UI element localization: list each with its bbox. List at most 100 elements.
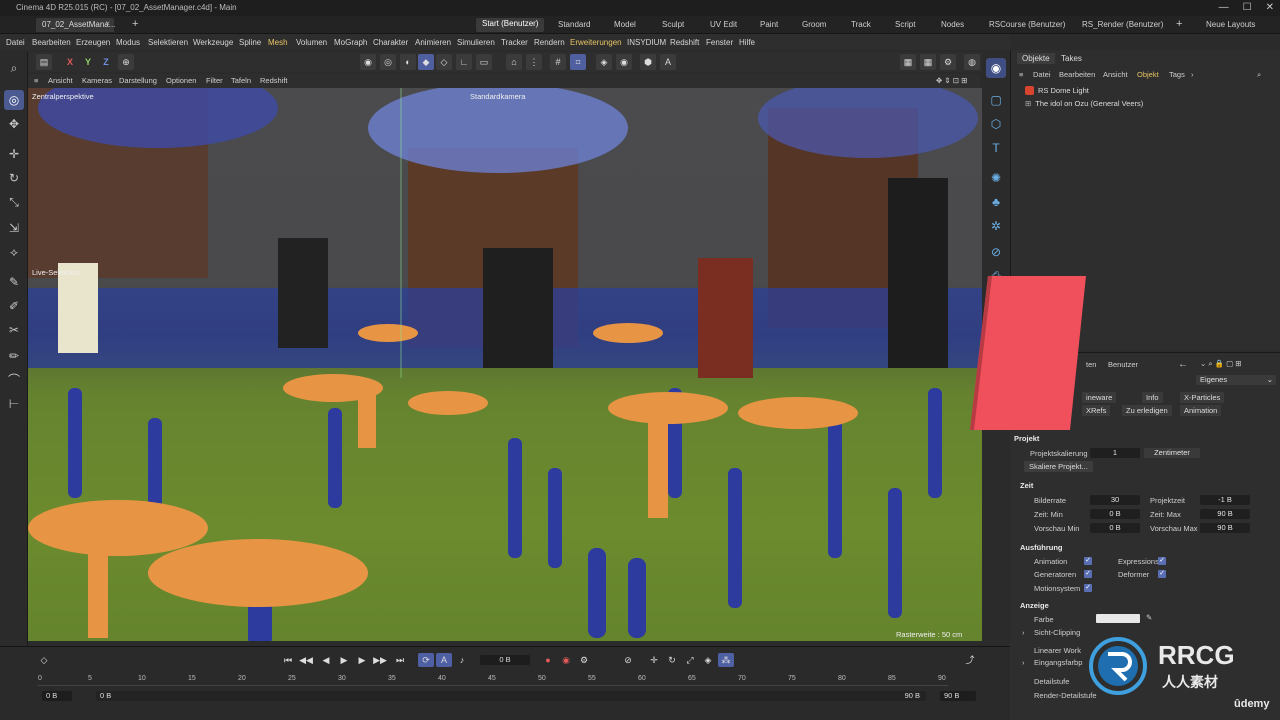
menu-spline[interactable]: Spline <box>239 38 261 47</box>
timeline-editor-icon[interactable]: ⤴ <box>962 653 978 667</box>
paint-icon[interactable]: ✏ <box>4 346 24 366</box>
solo-icon[interactable]: ◉ <box>616 54 632 70</box>
layout-tab-nodes[interactable]: Nodes <box>941 20 964 29</box>
live-selection-icon[interactable]: ◎ <box>4 90 24 110</box>
point-mode-icon[interactable]: ◎ <box>380 54 396 70</box>
menu-insydium[interactable]: INSYDIUM <box>627 38 666 47</box>
menu-simulieren[interactable]: Simulieren <box>457 38 495 47</box>
sculpt-brush-icon[interactable]: ⌒ <box>4 370 24 390</box>
viewport-menu-redshift[interactable]: Redshift <box>260 76 288 85</box>
model-mode-icon[interactable]: ◉ <box>360 54 376 70</box>
preview-min-field[interactable]: 0 B <box>1090 523 1140 533</box>
menu-modus[interactable]: Modus <box>116 38 140 47</box>
uv-mode-icon[interactable]: ◇ <box>436 54 452 70</box>
preview-max-field[interactable]: 90 B <box>1200 523 1250 533</box>
null-object-icon[interactable]: ▢ <box>986 90 1006 110</box>
edge-mode-icon[interactable]: ◐ <box>400 54 416 70</box>
polygon-mode-icon[interactable]: ◆ <box>418 54 434 70</box>
layout-tab-start[interactable]: Start (Benutzer) <box>476 18 545 32</box>
menu-volumen[interactable]: Volumen <box>296 38 327 47</box>
brush-icon[interactable]: ✐ <box>4 296 24 316</box>
animation-checkbox[interactable]: ✓ <box>1084 557 1092 565</box>
live-select-icon[interactable]: ◉ <box>986 58 1006 78</box>
layout-tab-rs-render[interactable]: RS_Render (Benutzer) <box>1082 20 1163 29</box>
chevron-right-icon[interactable]: › <box>1022 628 1025 637</box>
layout-tab-track[interactable]: Track <box>851 20 871 29</box>
menu-rendern[interactable]: Rendern <box>534 38 565 47</box>
tab-x-particles[interactable]: X-Particles <box>1180 392 1225 403</box>
search-icon[interactable]: ⌕ <box>1257 70 1261 80</box>
layout-tab-model[interactable]: Model <box>614 20 636 29</box>
menu-werkzeuge[interactable]: Werkzeuge <box>193 38 233 47</box>
menu-fenster[interactable]: Fenster <box>706 38 733 47</box>
rotate-icon[interactable]: ↻ <box>4 168 24 188</box>
layout-tab-paint[interactable]: Paint <box>760 20 778 29</box>
layout-tab-script[interactable]: Script <box>895 20 915 29</box>
maximize-icon[interactable]: ☐ <box>1243 2 1252 13</box>
menu-bearbeiten[interactable]: Bearbeiten <box>32 38 71 47</box>
max-time-field[interactable]: 90 B <box>1200 509 1250 519</box>
grid-icon[interactable]: # <box>550 54 566 70</box>
scale-icon[interactable]: ⤡ <box>4 192 24 212</box>
measure-icon[interactable]: ⊢ <box>4 394 24 414</box>
tweak-icon[interactable]: ⟡ <box>4 242 24 262</box>
chevron-right-icon[interactable]: › <box>1022 658 1025 667</box>
snap-settings-icon[interactable]: ⋮ <box>526 54 542 70</box>
render-to-picture-viewer-icon[interactable]: ▦ <box>920 54 936 70</box>
minimize-icon[interactable]: — <box>1219 2 1229 13</box>
scale-project-button[interactable]: Skaliere Projekt... <box>1024 461 1093 472</box>
menu-mograph[interactable]: MoGraph <box>334 38 367 47</box>
project-scale-field[interactable]: 1 <box>1090 448 1140 458</box>
back-arrow-icon[interactable]: ← <box>1178 359 1188 370</box>
menu-redshift[interactable]: Redshift <box>670 38 699 47</box>
new-tab-icon[interactable]: + <box>132 18 138 30</box>
tab-objekte[interactable]: Objekte <box>1017 53 1055 64</box>
objects-menu-tags[interactable]: Tags <box>1169 70 1185 79</box>
viewport-menu-ansicht[interactable]: Ansicht <box>48 76 73 85</box>
deformer-icon[interactable]: ✲ <box>986 216 1006 236</box>
workplane-icon[interactable]: ▭ <box>476 54 492 70</box>
chevron-right-icon[interactable]: › <box>1191 70 1194 79</box>
document-tab[interactable]: 07_02_AssetMana... × <box>36 18 115 32</box>
tab-zu-erledigen[interactable]: Zu erledigen <box>1122 405 1172 416</box>
object-row-dome-light[interactable]: RS Dome Light <box>1025 84 1089 96</box>
objects-menu-objekt[interactable]: Objekt <box>1137 70 1159 79</box>
field-icon[interactable]: ⊘ <box>986 242 1006 262</box>
objects-menu-icon[interactable]: ≡ <box>1019 70 1023 79</box>
transform-icon[interactable]: ⇲ <box>4 218 24 238</box>
motion-system-checkbox[interactable]: ✓ <box>1084 584 1092 592</box>
menu-animieren[interactable]: Animieren <box>415 38 451 47</box>
section-ausfuehrung[interactable]: Ausführung <box>1020 543 1063 552</box>
deformers-checkbox[interactable]: ✓ <box>1158 570 1166 578</box>
menu-selektieren[interactable]: Selektieren <box>148 38 188 47</box>
knife-icon[interactable]: ✂ <box>4 320 24 340</box>
attributes-header-user[interactable]: Benutzer <box>1108 360 1138 369</box>
close-icon[interactable]: ✕ <box>1266 2 1274 13</box>
render-settings-icon[interactable]: ⚙ <box>940 54 956 70</box>
y-axis-button[interactable]: Y <box>80 54 96 70</box>
axis-mode-icon[interactable]: ∟ <box>456 54 472 70</box>
tab-takes[interactable]: Takes <box>1061 54 1082 63</box>
menu-datei[interactable]: Datei <box>6 38 25 47</box>
quantize-icon[interactable]: ◈ <box>596 54 612 70</box>
objects-menu-ansicht[interactable]: Ansicht <box>1103 70 1128 79</box>
generator-icon[interactable]: ♣ <box>986 192 1006 212</box>
sculpt-icon[interactable]: A <box>660 54 676 70</box>
layout-tab-sculpt[interactable]: Sculpt <box>662 20 684 29</box>
new-layouts-button[interactable]: Neue Layouts <box>1206 20 1255 29</box>
menu-charakter[interactable]: Charakter <box>373 38 408 47</box>
menu-erzeugen[interactable]: Erzeugen <box>76 38 110 47</box>
start-frame-field[interactable]: 0 B <box>42 691 72 701</box>
viewport-menu-icon[interactable]: ≡ <box>34 76 38 85</box>
eyedropper-icon[interactable]: ✎ <box>1146 613 1152 622</box>
viewport-menu-tafeln[interactable]: Tafeln <box>231 76 251 85</box>
project-time-field[interactable]: -1 B <box>1200 495 1250 505</box>
tab-xrefs[interactable]: XRefs <box>1082 405 1111 416</box>
tab-animation[interactable]: Animation <box>1180 405 1222 416</box>
redshift-render-icon[interactable]: ◍ <box>964 54 980 70</box>
menu-tracker[interactable]: Tracker <box>501 38 528 47</box>
preview-range-bar[interactable]: 0 B 90 B <box>96 691 926 701</box>
z-axis-button[interactable]: Z <box>98 54 114 70</box>
layout-tab-uv-edit[interactable]: UV Edit <box>710 20 737 29</box>
expressions-checkbox[interactable]: ✓ <box>1158 557 1166 565</box>
